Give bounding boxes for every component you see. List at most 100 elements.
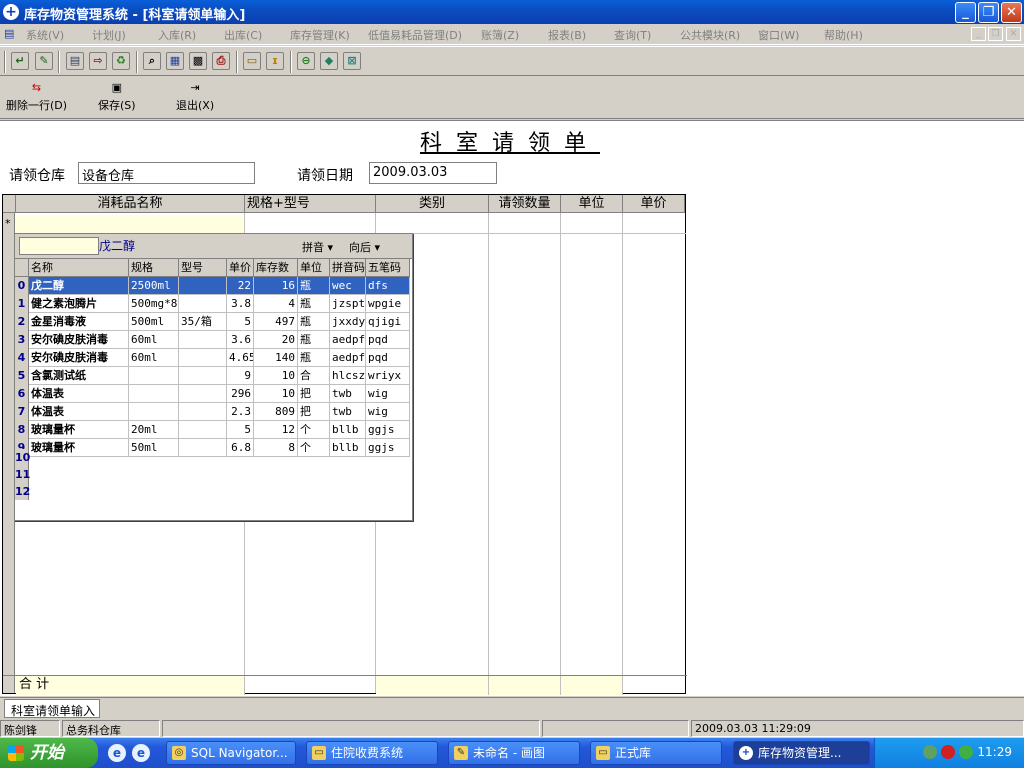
col-header-name[interactable]: 消耗品名称 xyxy=(16,195,245,213)
menu-plan[interactable]: 计划(J) xyxy=(92,27,126,43)
col-header-spec[interactable]: 规格+型号 xyxy=(245,195,376,213)
lookup-row[interactable]: 5 含氯测试纸 9 10 合 hlcsz wriyx xyxy=(15,367,412,385)
close-button[interactable]: ✕ xyxy=(1001,2,1022,23)
edit-icon[interactable]: ✎ xyxy=(35,52,53,70)
save-button[interactable]: ▣ 保存(S) xyxy=(98,81,136,113)
menu-system[interactable]: 系统(V) xyxy=(26,27,64,43)
lookup-row[interactable]: 3 安尔碘皮肤消毒 60ml 3.6 20 瓶 aedpf pqd xyxy=(15,331,412,349)
print-icon[interactable]: ⎙ xyxy=(212,52,230,70)
tab-request-form[interactable]: 科室请领单输入 xyxy=(4,699,100,718)
lookup-cell-model xyxy=(179,367,227,385)
lookup-direction-select[interactable]: 向后 ▾ xyxy=(349,239,380,255)
task-formal-db[interactable]: ▭ 正式库 xyxy=(590,741,722,765)
menu-stock[interactable]: 库存管理(K) xyxy=(290,27,350,43)
menu-common[interactable]: 公共模块(R) xyxy=(680,27,740,43)
lookup-cell-model xyxy=(179,295,227,313)
mdi-close-button[interactable]: ✕ xyxy=(1006,27,1021,41)
folder-icon[interactable]: ▭ xyxy=(243,52,261,70)
open-icon[interactable]: ↵ xyxy=(11,52,29,70)
lookup-col-header[interactable]: 规格 xyxy=(129,259,179,277)
lookup-corner xyxy=(15,259,29,277)
task-inventory-system[interactable]: + 库存物资管理... xyxy=(733,741,870,765)
new-row-cell[interactable] xyxy=(16,215,244,233)
menu-low-value[interactable]: 低值易耗品管理(D) xyxy=(368,27,462,43)
mdi-minimize-button[interactable]: _ xyxy=(971,27,986,41)
doc-icon[interactable]: ▤ xyxy=(66,52,84,70)
lookup-col-header[interactable]: 单价 xyxy=(227,259,254,277)
menu-doc-icon: ▤ xyxy=(4,27,15,40)
shield-icon[interactable] xyxy=(959,745,973,759)
lookup-col-header[interactable]: 型号 xyxy=(179,259,227,277)
save-icon: ▣ xyxy=(111,81,122,94)
stop-sign-icon[interactable] xyxy=(941,745,955,759)
lookup-cell-name: 健之素泡腾片 xyxy=(29,295,129,313)
lookup-cell-unit: 瓶 xyxy=(298,313,330,331)
menu-ledger[interactable]: 账簿(Z) xyxy=(481,27,519,43)
thermometer-icon[interactable]: ɪ xyxy=(266,52,284,70)
ie-icon[interactable]: e xyxy=(108,744,126,762)
date-field[interactable]: 2009.03.03 xyxy=(369,162,497,184)
lookup-search-input[interactable] xyxy=(19,237,99,255)
task-label: 住院收费系统 xyxy=(331,746,404,760)
lookup-row-number: 7 xyxy=(15,403,29,421)
lookup-mode-select[interactable]: 拼音 ▾ xyxy=(302,239,333,255)
lookup-row[interactable]: 7 体温表 2.3 809 把 twb wig xyxy=(15,403,412,421)
network-icon[interactable] xyxy=(923,745,937,759)
menu-report[interactable]: 报表(B) xyxy=(548,27,586,43)
lookup-cell-model xyxy=(179,439,227,457)
lookup-cell-model: 35/箱 xyxy=(179,313,227,331)
lookup-col-header[interactable]: 五笔码 xyxy=(366,259,410,277)
lookup-table[interactable]: 名称 规格 型号 单价 库存数 单位 拼音码 五笔码 0 戊二醇 2500ml 22 16 瓶 wec dfs… xyxy=(15,258,412,521)
lookup-cell-wb: wig xyxy=(366,403,410,421)
recycle-icon[interactable]: ♻ xyxy=(112,52,130,70)
menu-inbound[interactable]: 入库(R) xyxy=(158,27,196,43)
menu-query[interactable]: 查询(T) xyxy=(614,27,651,43)
lookup-cell-wb: dfs xyxy=(366,277,410,295)
lookup-cell-stock: 497 xyxy=(254,313,298,331)
task-inpatient-billing[interactable]: ▭ 住院收费系统 xyxy=(306,741,438,765)
minimize-button[interactable]: _ xyxy=(955,2,976,23)
grid-icon[interactable]: ▩ xyxy=(189,52,207,70)
task-sql-navigator[interactable]: ◎ SQL Navigator... xyxy=(166,741,296,765)
exit-button[interactable]: ⇥ 退出(X) xyxy=(176,81,214,113)
delete-row-button[interactable]: ⇆ 删除一行(D) xyxy=(6,81,67,113)
lookup-col-header[interactable]: 单位 xyxy=(298,259,330,277)
lookup-cell-name: 玻璃量杯 xyxy=(29,421,129,439)
lookup-cell-py: aedpf xyxy=(330,331,366,349)
lookup-col-header[interactable]: 库存数 xyxy=(254,259,298,277)
lookup-row-number: 8 xyxy=(15,421,29,439)
lookup-row[interactable]: 2 金星消毒液 500ml 35/箱 5 497 瓶 jxxdy qjigi xyxy=(15,313,412,331)
book-icon[interactable]: ◆ xyxy=(320,52,338,70)
col-header-category[interactable]: 类别 xyxy=(376,195,489,213)
calendar-icon[interactable]: ▦ xyxy=(166,52,184,70)
col-header-quantity[interactable]: 请领数量 xyxy=(489,195,561,213)
search-icon[interactable]: ⌕ xyxy=(143,52,161,70)
menu-outbound[interactable]: 出库(C) xyxy=(224,27,262,43)
lookup-row[interactable]: 0 戊二醇 2500ml 22 16 瓶 wec dfs xyxy=(15,277,412,295)
menu-window[interactable]: 窗口(W) xyxy=(758,27,799,43)
warehouse-field[interactable]: 设备仓库 xyxy=(78,162,255,184)
lookup-row[interactable]: 9 玻璃量杯 50ml 6.8 8 个 bllb ggjs xyxy=(15,439,412,457)
task-paint[interactable]: ✎ 未命名 - 画图 xyxy=(448,741,580,765)
task-label: 未命名 - 画图 xyxy=(473,746,545,760)
menu-help[interactable]: 帮助(H) xyxy=(824,27,863,43)
folder-icon: ▭ xyxy=(596,746,610,760)
lookup-row[interactable]: 4 安尔碘皮肤消毒 60ml 4.65 140 瓶 aedpf pqd xyxy=(15,349,412,367)
lookup-col-header[interactable]: 拼音码 xyxy=(330,259,366,277)
mdi-restore-button[interactable]: ❐ xyxy=(988,27,1003,41)
export-icon[interactable]: ⇨ xyxy=(89,52,107,70)
lookup-col-header[interactable]: 名称 xyxy=(29,259,129,277)
window-icon[interactable]: ⊠ xyxy=(343,52,361,70)
col-header-price[interactable]: 单价 xyxy=(623,195,685,213)
lookup-row[interactable]: 8 玻璃量杯 20ml 5 12 个 bllb ggjs xyxy=(15,421,412,439)
stop-icon[interactable]: ⊖ xyxy=(297,52,315,70)
lookup-row-number: 2 xyxy=(15,313,29,331)
start-button[interactable]: 开始 xyxy=(0,738,98,768)
lookup-row[interactable]: 6 体温表 296 10 把 twb wig xyxy=(15,385,412,403)
restore-button[interactable]: ❐ xyxy=(978,2,999,23)
lookup-cell-py: aedpf xyxy=(330,349,366,367)
exit-icon: ⇥ xyxy=(190,81,200,94)
col-header-unit[interactable]: 单位 xyxy=(561,195,623,213)
lookup-row[interactable]: 1 健之素泡腾片 500mg*8 3.8 4 瓶 jzspt wpgie xyxy=(15,295,412,313)
browser-icon[interactable]: e xyxy=(132,744,150,762)
